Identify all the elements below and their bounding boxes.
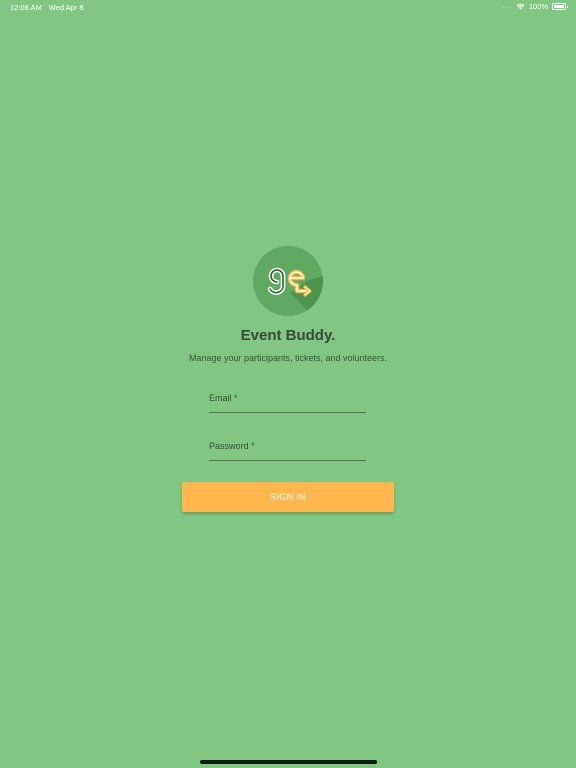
- sign-in-button[interactable]: SIGN IN: [182, 482, 394, 512]
- email-field[interactable]: Email *: [209, 392, 366, 413]
- email-input[interactable]: [209, 392, 366, 412]
- battery-fill: [554, 5, 564, 8]
- status-time: 12:08 AM: [10, 3, 42, 12]
- password-field[interactable]: Password *: [209, 440, 366, 461]
- status-left: 12:08 AM Wed Apr 8: [10, 3, 84, 12]
- wifi-icon: [516, 3, 525, 10]
- signal-dots-icon: .....: [500, 3, 512, 10]
- app-title: Event Buddy.: [240, 327, 336, 344]
- battery-percent: 100%: [528, 2, 548, 11]
- status-right: ..... 100%: [500, 2, 568, 11]
- password-input[interactable]: [209, 440, 366, 460]
- home-indicator[interactable]: [200, 760, 377, 764]
- battery-icon: [552, 3, 568, 10]
- status-bar: 12:08 AM Wed Apr 8 ..... 100%: [0, 0, 576, 14]
- app-subtitle: Manage your participants, tickets, and v…: [188, 353, 388, 363]
- event-buddy-logo-icon: [253, 246, 323, 316]
- status-date: Wed Apr 8: [48, 3, 84, 12]
